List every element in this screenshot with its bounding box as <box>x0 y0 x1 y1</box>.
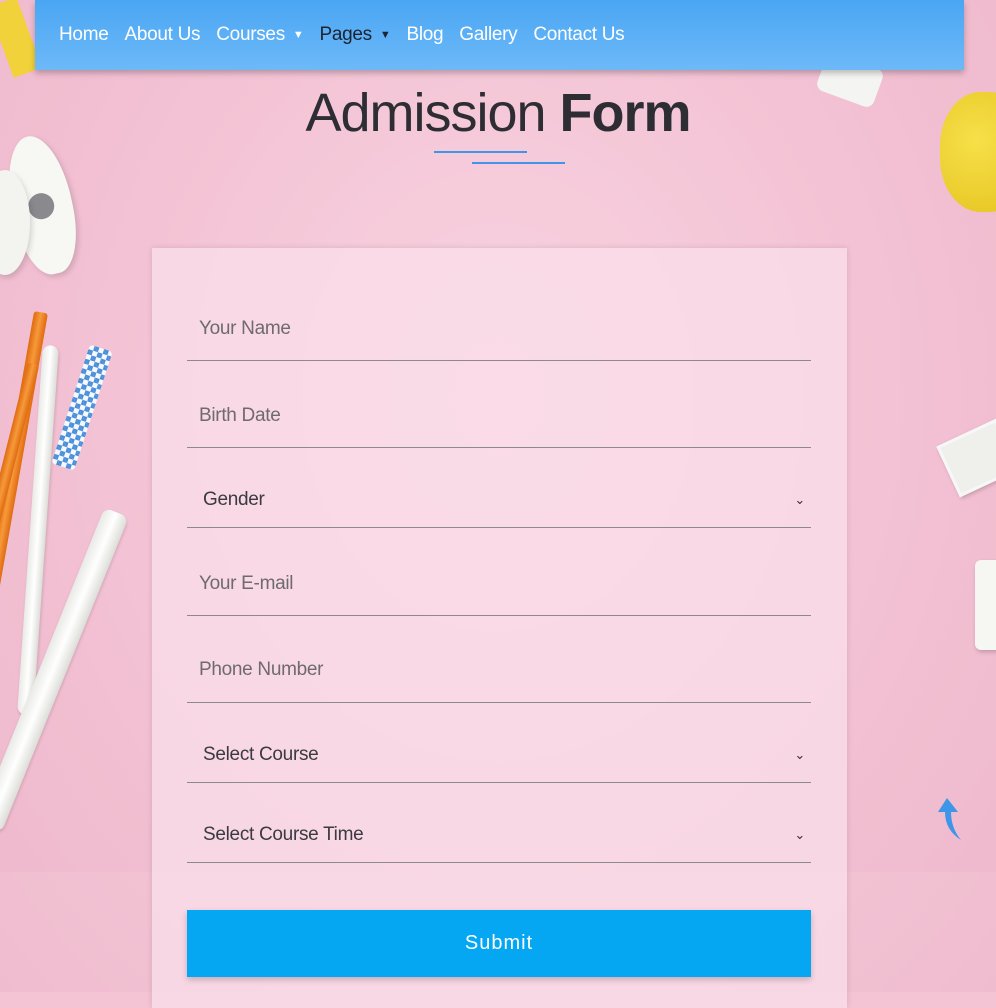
nav-item-pages[interactable]: Pages ▼ <box>320 0 391 70</box>
nav-item-label: Contact Us <box>533 24 625 45</box>
email-placeholder: Your E-mail <box>199 573 294 594</box>
page-title-bold: Form <box>559 83 692 143</box>
title-underline <box>434 151 527 153</box>
nav-item-label: Pages <box>319 24 373 45</box>
name-placeholder: Your Name <box>199 318 291 339</box>
nav-item-label: Blog <box>406 24 444 45</box>
arrow-up-icon <box>938 798 961 840</box>
caret-down-icon: ▼ <box>292 29 304 41</box>
course-time-select[interactable]: Select Course Time ⌄ <box>187 813 811 863</box>
page-title-light: Admission <box>305 83 546 143</box>
gender-selected-value: Gender <box>203 489 265 510</box>
title-underline <box>472 162 565 164</box>
nav-item-label: Gallery <box>459 24 518 45</box>
email-field[interactable]: Your E-mail <box>187 558 811 616</box>
nav-item-gallery[interactable]: Gallery <box>459 0 517 70</box>
birth-date-field[interactable]: Birth Date <box>187 391 811 448</box>
phone-field[interactable]: Phone Number <box>187 646 811 703</box>
chevron-down-icon: ⌄ <box>794 827 805 842</box>
nav-item-home[interactable]: Home <box>59 0 109 70</box>
nav-item-label: About Us <box>124 24 201 45</box>
phone-placeholder: Phone Number <box>199 659 324 680</box>
birth-date-placeholder: Birth Date <box>199 405 281 426</box>
nav-item-blog[interactable]: Blog <box>406 0 443 70</box>
navbar: Home About Us Courses ▼ Pages ▼ Blog Gal… <box>35 0 964 70</box>
nav-item-label: Courses <box>216 24 285 45</box>
nav-item-courses[interactable]: Courses ▼ <box>216 0 304 70</box>
course-select[interactable]: Select Course ⌄ <box>187 733 811 783</box>
admission-form: Your Name Birth Date Gender ⌄ Your E-mai… <box>152 248 847 1008</box>
nav-item-label: Home <box>59 24 109 45</box>
scroll-top-button[interactable] <box>934 796 964 842</box>
chevron-down-icon: ⌄ <box>794 747 805 762</box>
name-field[interactable]: Your Name <box>187 304 811 361</box>
submit-button[interactable]: Submit <box>187 910 811 977</box>
nav-item-about-us[interactable]: About Us <box>124 0 200 70</box>
caret-down-icon: ▼ <box>379 29 391 41</box>
nav-item-contact-us[interactable]: Contact Us <box>533 0 624 70</box>
gender-select[interactable]: Gender ⌄ <box>187 478 811 528</box>
course-selected-value: Select Course <box>203 744 319 765</box>
chevron-down-icon: ⌄ <box>794 492 805 507</box>
clip-decoration <box>975 560 996 650</box>
course-time-selected-value: Select Course Time <box>203 824 364 845</box>
page-title: Admission Form <box>0 82 996 144</box>
